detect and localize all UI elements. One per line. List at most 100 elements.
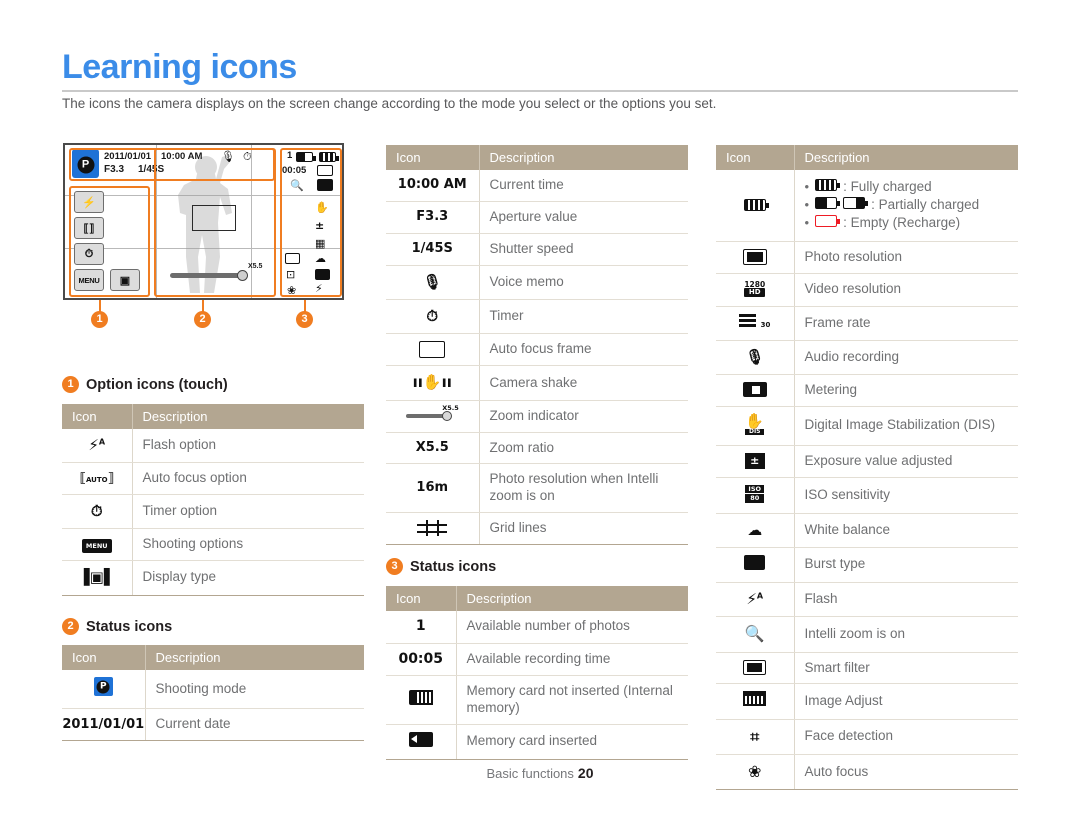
table-row: 1 Available number of photos — [386, 611, 688, 644]
table-row: ± Exposure value adjusted — [716, 445, 1018, 478]
row-description: White balance — [794, 513, 1018, 548]
table-row: ⏱ Timer option — [62, 494, 364, 530]
row-description: Aperture value — [479, 201, 688, 234]
table-row: Image Adjust — [716, 683, 1018, 720]
row-description: Flash option — [132, 429, 364, 464]
section-heading-option-icons: 1 Option icons (touch) — [62, 376, 228, 393]
voice-memo-icon: 🎙 — [386, 265, 480, 300]
section-heading-status-icons-middle: 3 Status icons — [386, 558, 496, 575]
battery-description-cell: • : Fully charged • : Partially charged … — [794, 170, 1018, 242]
table-row: 1280 HD Video resolution — [716, 273, 1018, 308]
video-resolution-icon: 1280 HD — [716, 273, 795, 308]
row-description: Timer — [479, 299, 688, 335]
section-label-status-icons-middle: Status icons — [410, 558, 497, 575]
auto-focus-icon: ⟦AUTO⟧ — [62, 462, 133, 496]
intelli-zoom-resolution-icon: 16m — [386, 463, 480, 514]
table-row: P Shooting mode — [62, 670, 364, 710]
shutter-speed-value: 1/45S — [386, 233, 480, 266]
table-row: • : Fully charged • : Partially charged … — [716, 170, 1018, 242]
callout-box-1-left — [69, 186, 150, 297]
table-row: X5.5 Zoom indicator — [386, 400, 688, 433]
row-description: Grid lines — [479, 512, 688, 545]
section-number-3: 3 — [386, 558, 403, 575]
row-description: Shooting mode — [145, 670, 364, 710]
column-header-description: Description — [794, 145, 1018, 170]
auto-focus-frame-icon — [386, 333, 480, 367]
iso-value: 80 — [745, 494, 765, 503]
row-description: Shutter speed — [479, 233, 688, 266]
table-header-row: Icon Description — [62, 645, 364, 670]
table-row: 00:05 Available recording time — [386, 643, 688, 676]
table-row: Photo resolution — [716, 241, 1018, 274]
table-row: ⟦AUTO⟧ Auto focus option — [62, 462, 364, 496]
bullet-dot: • — [804, 215, 810, 231]
battery-low-icon — [843, 196, 869, 209]
row-description: Current date — [145, 708, 364, 742]
table-row: ⌗ Face detection — [716, 719, 1018, 755]
current-time-value: 10:00 AM — [386, 170, 480, 202]
table-row: 16m Photo resolution when Intelli zoom i… — [386, 463, 688, 514]
bullet-text: : Empty (Recharge) — [843, 215, 961, 231]
table-header-row: Icon Description — [62, 404, 364, 429]
column-header-description: Description — [479, 145, 688, 170]
photo-resolution-icon — [716, 241, 795, 274]
table-status-icons-left: Icon Description P Shooting mode 2011/01… — [62, 645, 364, 742]
zoom-indicator-icon: X5.5 — [386, 400, 480, 433]
timer-icon: ⏱ — [386, 299, 480, 335]
battery-half-icon — [815, 196, 841, 209]
bullet-text: : Fully charged — [843, 178, 932, 194]
table-row: ⚡A Flash option — [62, 429, 364, 464]
iso-icon: ISO 80 — [716, 477, 795, 514]
footer-section: Basic functions — [486, 766, 574, 781]
row-description: Timer option — [132, 494, 364, 530]
page-title: Learning icons — [62, 48, 297, 86]
row-description: Voice memo — [479, 265, 688, 300]
column-header-icon: Icon — [62, 404, 133, 429]
table-row: Memory card not inserted (Internal memor… — [386, 675, 688, 725]
video-resolution-sub: HD — [744, 288, 766, 298]
title-divider — [62, 90, 1018, 92]
row-description: Display type — [132, 560, 364, 596]
table-row: F3.3 Aperture value — [386, 201, 688, 234]
row-description: Zoom indicator — [479, 400, 688, 433]
dis-icon: ✋ DIS — [716, 406, 795, 446]
row-description: Auto focus option — [132, 462, 364, 496]
audio-recording-icon: 🎙 — [716, 340, 795, 375]
table-row: 10:00 AM Current time — [386, 170, 688, 202]
column-header-icon: Icon — [386, 145, 480, 170]
battery-empty-icon — [815, 215, 841, 228]
table-row: Grid lines — [386, 512, 688, 545]
frame-rate-icon: 30 — [716, 306, 795, 341]
column-header-icon: Icon — [386, 586, 457, 611]
table-status-icons-middle: Icon Description 1 Available number of p… — [386, 586, 688, 761]
footer-page-number: 20 — [577, 765, 594, 781]
display-type-icon: ▐▣▌ — [62, 560, 133, 596]
table-row: Auto focus frame — [386, 333, 688, 367]
aperture-value: F3.3 — [386, 201, 480, 234]
row-description: Exposure value adjusted — [794, 445, 1018, 478]
table-row: Smart filter — [716, 652, 1018, 685]
grid-lines-icon — [386, 512, 480, 545]
intelli-zoom-icon: 🔍 — [716, 616, 795, 653]
manual-page: Learning icons The icons the camera disp… — [0, 0, 1080, 815]
bullet-text: : Partially charged — [871, 196, 980, 212]
table-row: 1/45S Shutter speed — [386, 233, 688, 266]
table-row: MENU Shooting options — [62, 528, 364, 562]
row-description: Shooting options — [132, 528, 364, 562]
table-row: ⏱ Timer — [386, 299, 688, 335]
page-footer: Basic functions 20 — [0, 765, 1080, 781]
timer-icon: ⏱ — [62, 494, 133, 530]
recording-time-value: 00:05 — [386, 643, 457, 676]
smart-filter-icon — [716, 652, 795, 685]
row-description: Photo resolution when Intelli zoom is on — [479, 463, 688, 514]
row-description: Image Adjust — [794, 683, 1018, 720]
table-header-row: Icon Description — [386, 586, 688, 611]
callout-box-3 — [280, 148, 342, 297]
row-description: Zoom ratio — [479, 432, 688, 465]
table-row: 🔍 Intelli zoom is on — [716, 616, 1018, 653]
table-row: 2011/01/01 Current date — [62, 708, 364, 742]
section-number-1: 1 — [62, 376, 79, 393]
section-label-option-icons: Option icons (touch) — [86, 376, 228, 393]
table-row: ıı✋ıı Camera shake — [386, 365, 688, 401]
row-description: ISO sensitivity — [794, 477, 1018, 514]
